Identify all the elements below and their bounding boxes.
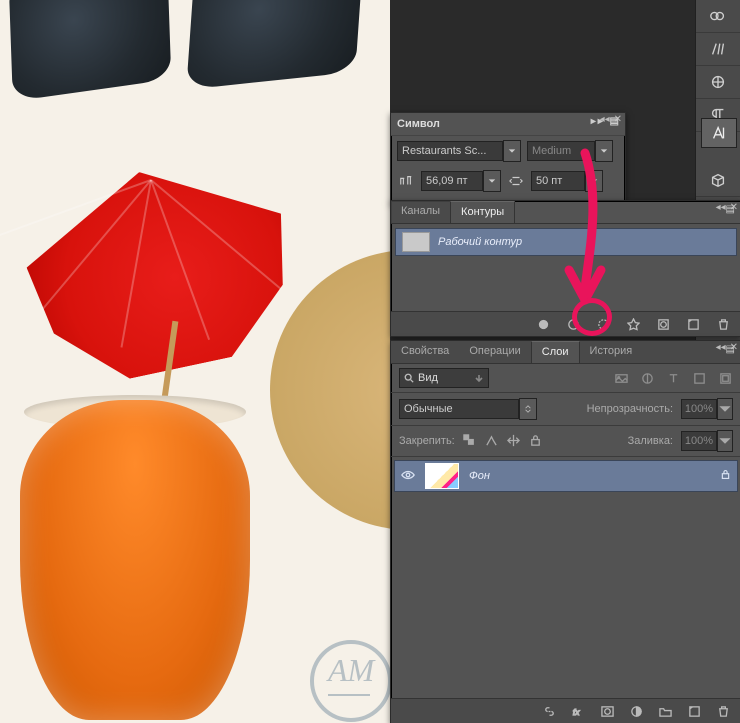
lock-icon — [720, 469, 731, 483]
blend-mode-value: Обычные — [399, 399, 519, 419]
artwork-umbrella — [0, 170, 300, 390]
selection-to-path-icon[interactable] — [625, 316, 641, 332]
opacity-label: Непрозрачность: — [587, 403, 673, 415]
filter-smart-icon[interactable] — [717, 370, 733, 386]
font-family-value: Restaurants Sc... — [397, 141, 503, 161]
3d-icon[interactable] — [696, 164, 740, 197]
svg-text:fx: fx — [573, 707, 580, 717]
lock-label: Закрепить: — [399, 435, 455, 447]
collapse-icon[interactable]: ◂◂ — [716, 342, 726, 353]
layer-item-background[interactable]: Фон — [394, 460, 738, 492]
panel-menu-icon[interactable]: ▤ — [726, 204, 737, 215]
tab-paths[interactable]: Контуры — [450, 201, 515, 223]
link-layers-icon[interactable] — [542, 704, 557, 719]
tab-actions[interactable]: Операции — [459, 341, 530, 363]
delete-path-icon[interactable] — [715, 316, 731, 332]
character-panel: ◂◂✕ Символ ▸▸ ▤ Restaurants Sc... Medium… — [390, 112, 626, 204]
new-layer-icon[interactable] — [687, 704, 702, 719]
filter-pixel-icon[interactable] — [613, 370, 629, 386]
tab-properties[interactable]: Свойства — [391, 341, 459, 363]
chevron-down-icon[interactable] — [585, 170, 603, 192]
chevron-down-icon[interactable] — [503, 140, 521, 162]
swatches-icon[interactable] — [696, 0, 740, 33]
fill-label: Заливка: — [628, 435, 673, 447]
font-style-value: Medium — [527, 141, 595, 161]
leading-input[interactable]: 50 пт — [531, 170, 603, 192]
layer-filter-kind[interactable]: Вид — [399, 368, 489, 388]
chevron-down-icon[interactable] — [483, 170, 501, 192]
new-adjustment-icon[interactable] — [629, 704, 644, 719]
chevron-down-icon[interactable] — [595, 140, 613, 162]
lock-transparency-icon[interactable] — [463, 434, 477, 448]
layers-panel-footer: fx — [391, 698, 740, 723]
lock-position-icon[interactable] — [507, 434, 521, 448]
layer-fx-icon[interactable]: fx — [571, 704, 586, 719]
adjustments-icon[interactable] — [696, 66, 740, 99]
artwork-cocktail — [20, 400, 250, 720]
add-mask-icon[interactable] — [600, 704, 615, 719]
layers-panel: ◂◂✕ Свойства Операции Слои История ▤ Вид… — [390, 340, 740, 723]
collapse-icon[interactable]: ◂◂ — [716, 202, 726, 213]
font-family-select[interactable]: Restaurants Sc... — [397, 140, 521, 162]
visibility-icon[interactable] — [401, 468, 415, 485]
paths-panel: ◂◂✕ Каналы Контуры ▤ Рабочий контур — [390, 200, 740, 337]
leading-icon — [507, 172, 525, 190]
opacity-input[interactable]: 100% — [681, 398, 733, 420]
layer-thumbnail — [425, 463, 459, 489]
chevron-down-icon[interactable] — [717, 430, 733, 452]
chevron-down-icon[interactable] — [717, 398, 733, 420]
fill-input[interactable]: 100% — [681, 430, 733, 452]
stroke-path-icon[interactable] — [565, 316, 581, 332]
layer-name: Фон — [469, 470, 490, 482]
tab-channels[interactable]: Каналы — [391, 201, 450, 223]
path-item-work-path[interactable]: Рабочий контур — [395, 228, 737, 256]
new-path-icon[interactable] — [685, 316, 701, 332]
font-size-input[interactable]: 56,09 пт — [421, 170, 501, 192]
leading-value: 50 пт — [531, 171, 585, 191]
add-mask-icon[interactable] — [655, 316, 671, 332]
fill-path-icon[interactable] — [535, 316, 551, 332]
lock-image-icon[interactable] — [485, 434, 499, 448]
character-icon[interactable] — [701, 118, 737, 148]
artwork-signature: AM — [310, 640, 390, 722]
new-group-icon[interactable] — [658, 704, 673, 719]
filter-type-icon[interactable] — [665, 370, 681, 386]
filter-adjustment-icon[interactable] — [639, 370, 655, 386]
character-panel-title: Символ — [397, 118, 440, 130]
font-style-select[interactable]: Medium — [527, 140, 613, 162]
fill-value: 100% — [681, 431, 717, 451]
opacity-value: 100% — [681, 399, 717, 419]
artwork-sunglasses — [0, 0, 370, 130]
delete-layer-icon[interactable] — [716, 704, 731, 719]
blend-mode-select[interactable]: Обычные — [399, 398, 537, 420]
path-thumbnail — [402, 232, 430, 252]
chevron-updown-icon[interactable] — [519, 398, 537, 420]
lock-all-icon[interactable] — [529, 434, 543, 448]
path-to-selection-icon[interactable] — [595, 316, 611, 332]
tab-history[interactable]: История — [580, 341, 643, 363]
layer-filter-kind-label: Вид — [418, 372, 438, 384]
path-item-label: Рабочий контур — [438, 236, 522, 248]
brushes-icon[interactable] — [696, 33, 740, 66]
filter-shape-icon[interactable] — [691, 370, 707, 386]
panel-menu-icon[interactable]: ▤ — [726, 344, 737, 355]
font-size-icon — [397, 172, 415, 190]
paths-panel-footer — [391, 311, 740, 336]
tab-layers[interactable]: Слои — [531, 341, 580, 363]
document-canvas[interactable]: AM — [0, 0, 390, 723]
panel-menu-icon[interactable]: ▸▸ ▤ — [591, 116, 621, 127]
font-size-value: 56,09 пт — [421, 171, 483, 191]
